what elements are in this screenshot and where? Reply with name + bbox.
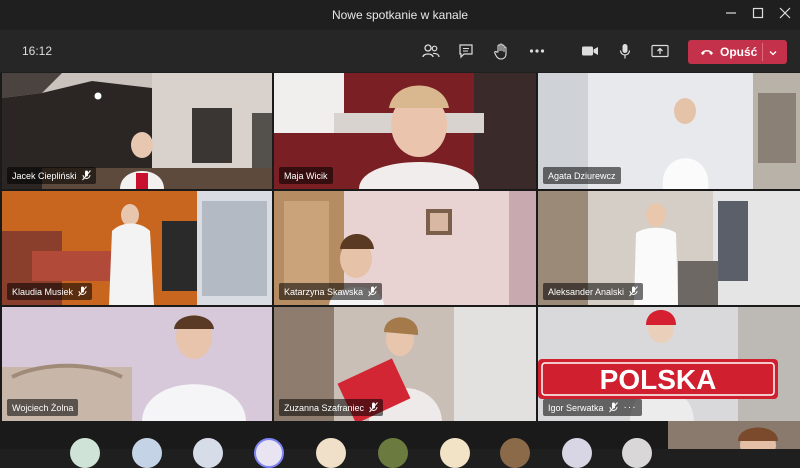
muted-mic-icon	[78, 286, 87, 297]
video-tile[interactable]: Agata Dziurewcz	[538, 73, 800, 189]
avatar[interactable]	[500, 438, 530, 468]
participant-name-tag: Jacek Ciepliński	[7, 167, 96, 184]
video-tile[interactable]: Katarzyna Skawska	[274, 191, 536, 305]
meeting-timer: 16:12	[22, 44, 53, 58]
participant-name-tag: Aleksander Analski	[543, 283, 644, 300]
participant-name: Katarzyna Skawska	[284, 286, 364, 297]
participant-name: Zuzanna Szafraniec	[284, 402, 365, 413]
participant-name: Klaudia Musiek	[12, 286, 74, 297]
meeting-toolbar: 16:12 Opuść	[0, 30, 800, 72]
avatar[interactable]	[254, 438, 284, 468]
participant-name: Wojciech Żolna	[12, 402, 74, 413]
muted-mic-icon	[629, 286, 638, 297]
leave-button-label: Opuść	[720, 45, 758, 59]
microphone-icon[interactable]	[614, 40, 636, 62]
video-tile[interactable]: POLSKA Igor Serwatka ···	[538, 307, 800, 421]
maximize-icon[interactable]	[749, 6, 767, 24]
title-bar: Nowe spotkanie w kanale	[0, 0, 800, 30]
more-actions-icon[interactable]	[526, 40, 548, 62]
participant-name-tag: Maja Wicik	[279, 167, 333, 184]
participant-name: Agata Dziurewcz	[548, 170, 616, 181]
participants-icon[interactable]	[420, 40, 442, 62]
participant-name-tag: Katarzyna Skawska	[279, 283, 383, 300]
raise-hand-icon[interactable]	[490, 40, 512, 62]
video-grid: Jacek Ciepliński Maja Wicik Agata Dziure…	[0, 73, 800, 421]
muted-mic-icon	[81, 170, 91, 181]
avatar[interactable]	[562, 438, 592, 468]
muted-mic-icon	[608, 402, 618, 413]
video-tile[interactable]: Zuzanna Szafraniec	[274, 307, 536, 421]
participant-name-tag: Agata Dziurewcz	[543, 167, 621, 184]
share-screen-icon[interactable]	[649, 40, 671, 62]
avatar[interactable]	[440, 438, 470, 468]
leave-divider	[762, 43, 763, 61]
self-video-preview[interactable]	[668, 421, 800, 449]
avatar[interactable]	[316, 438, 346, 468]
muted-mic-icon	[369, 402, 378, 413]
participant-name: Maja Wicik	[284, 170, 328, 181]
hang-up-icon	[700, 43, 714, 61]
scarf-text: POLSKA	[600, 364, 717, 395]
video-tile[interactable]: Maja Wicik	[274, 73, 536, 189]
camera-icon[interactable]	[579, 40, 601, 62]
video-tile[interactable]: Wojciech Żolna	[2, 307, 272, 421]
close-icon[interactable]	[776, 6, 794, 24]
video-tile[interactable]: Klaudia Musiek	[2, 191, 272, 305]
avatar[interactable]	[70, 438, 100, 468]
avatar[interactable]	[622, 438, 652, 468]
video-tile[interactable]: Aleksander Analski	[538, 191, 800, 305]
chat-icon[interactable]	[455, 40, 477, 62]
participant-name-tag: Igor Serwatka ···	[543, 399, 642, 416]
avatar[interactable]	[193, 438, 223, 468]
participant-name: Jacek Ciepliński	[12, 170, 77, 181]
participant-name-tag: Wojciech Żolna	[7, 399, 79, 416]
minimize-icon[interactable]	[722, 6, 740, 24]
avatar[interactable]	[132, 438, 162, 468]
video-tile[interactable]: Jacek Ciepliński	[2, 73, 272, 189]
participant-name-tag: Klaudia Musiek	[7, 283, 93, 300]
avatar[interactable]	[378, 438, 408, 468]
participant-name-tag: Zuzanna Szafraniec	[279, 399, 384, 416]
leave-button[interactable]: Opuść	[688, 40, 787, 64]
chevron-down-icon[interactable]	[768, 45, 778, 63]
muted-mic-icon	[368, 286, 377, 297]
self-video-feed	[668, 421, 800, 449]
participant-name: Igor Serwatka	[548, 402, 604, 413]
participant-name: Aleksander Analski	[548, 286, 625, 297]
window-title: Nowe spotkanie w kanale	[331, 8, 469, 22]
more-options-icon[interactable]: ···	[624, 402, 637, 413]
